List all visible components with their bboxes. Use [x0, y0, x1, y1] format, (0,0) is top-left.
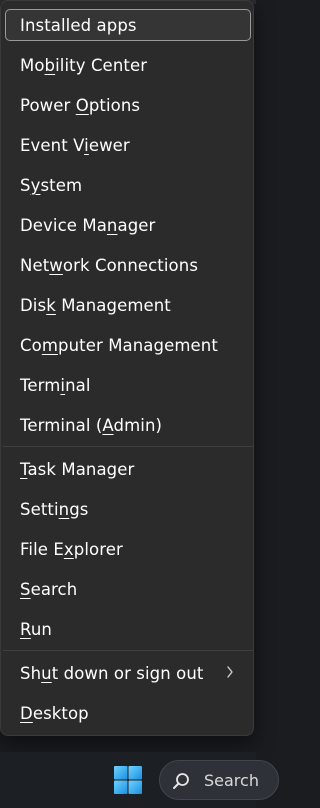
menu-item-terminal[interactable]: Terminal — [5, 369, 251, 401]
menu-item-shut-down-or-sign-out[interactable]: Shut down or sign out — [5, 657, 251, 689]
menu-item-computer-management[interactable]: Computer Management — [5, 329, 251, 361]
menu-item-label: Network Connections — [20, 255, 199, 275]
menu-item-label: File Explorer — [20, 539, 123, 559]
start-button[interactable] — [108, 760, 148, 800]
search-label: Search — [204, 771, 259, 790]
menu-item-label: Terminal — [20, 375, 91, 395]
menu-item-label: Terminal (Admin) — [20, 415, 163, 435]
menu-item-network-connections[interactable]: Network Connections — [5, 249, 251, 281]
menu-separator — [3, 650, 253, 651]
menu-separator — [3, 446, 253, 447]
menu-item-label: Disk Management — [20, 295, 171, 315]
menu-item-label: Search — [20, 579, 78, 599]
menu-item-label: Computer Management — [20, 335, 218, 355]
menu-item-label: Event Viewer — [20, 135, 130, 155]
menu-item-desktop[interactable]: Desktop — [5, 697, 251, 729]
menu-item-label: Desktop — [20, 703, 89, 723]
menu-item-label: Power Options — [20, 95, 141, 115]
quick-link-menu: Installed apps Mobility Center Power Opt… — [0, 0, 254, 736]
menu-item-task-manager[interactable]: Task Manager — [5, 453, 251, 485]
menu-item-label: Device Manager — [20, 215, 156, 235]
menu-item-label: System — [20, 175, 83, 195]
menu-item-disk-management[interactable]: Disk Management — [5, 289, 251, 321]
windows-logo-icon — [114, 766, 142, 794]
chevron-right-icon — [223, 665, 237, 679]
menu-item-run[interactable]: Run — [5, 613, 251, 645]
menu-item-label: Mobility Center — [20, 55, 148, 75]
menu-item-terminal-admin[interactable]: Terminal (Admin) — [5, 409, 251, 441]
menu-item-label: Installed apps — [20, 15, 137, 35]
menu-item-device-manager[interactable]: Device Manager — [5, 209, 251, 241]
menu-item-power-options[interactable]: Power Options — [5, 89, 251, 121]
menu-item-label: Task Manager — [20, 459, 135, 479]
menu-item-label: Shut down or sign out — [20, 663, 204, 683]
menu-item-installed-apps[interactable]: Installed apps — [5, 9, 251, 41]
taskbar-search-box[interactable]: Search — [159, 760, 279, 800]
menu-item-search[interactable]: Search — [5, 573, 251, 605]
menu-item-settings[interactable]: Settings — [5, 493, 251, 525]
search-icon — [173, 773, 189, 789]
menu-item-system[interactable]: System — [5, 169, 251, 201]
menu-item-label: Settings — [20, 499, 89, 519]
menu-item-event-viewer[interactable]: Event Viewer — [5, 129, 251, 161]
menu-item-file-explorer[interactable]: File Explorer — [5, 533, 251, 565]
menu-item-label: Run — [20, 619, 52, 639]
menu-item-mobility-center[interactable]: Mobility Center — [5, 49, 251, 81]
